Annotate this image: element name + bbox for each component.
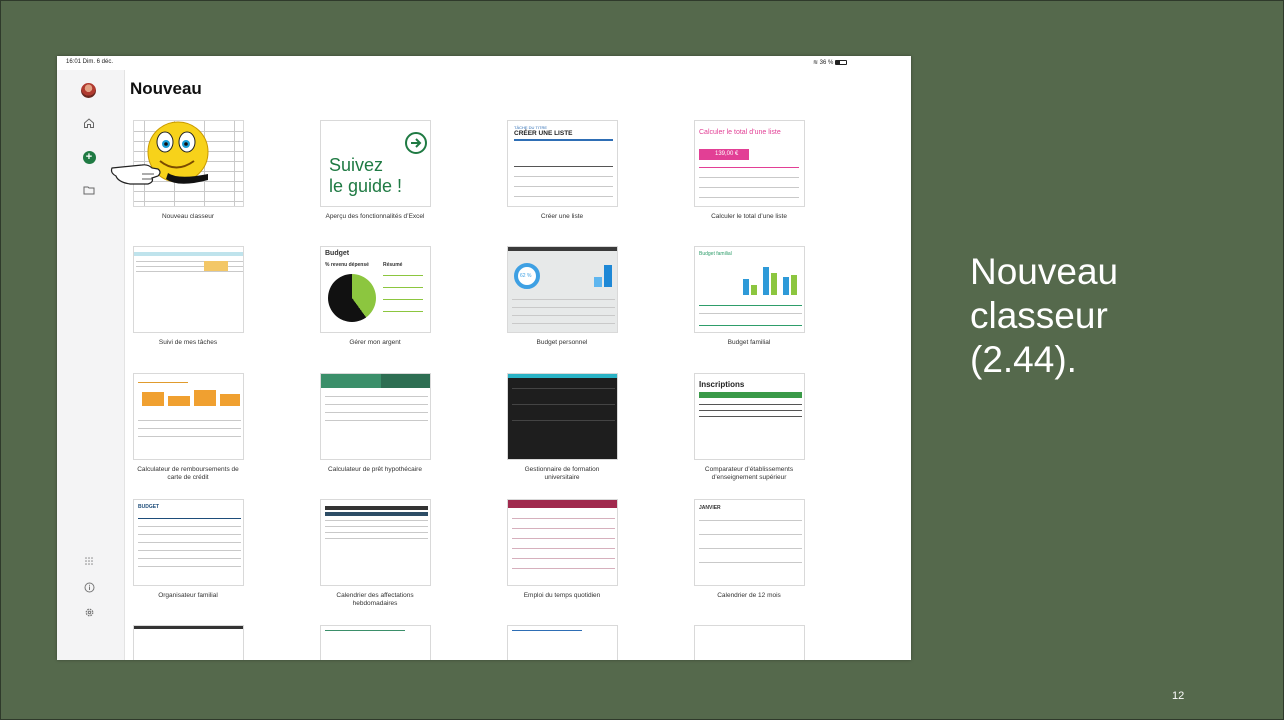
template-thumbnail: JANVIER bbox=[694, 499, 805, 586]
template-thumbnail bbox=[694, 625, 805, 660]
home-icon[interactable] bbox=[82, 116, 96, 130]
template-thumbnail bbox=[507, 373, 618, 460]
template-thumbnail bbox=[507, 499, 618, 586]
template-thumbnail: Inscriptions bbox=[694, 373, 805, 460]
wifi-icon: ≋ bbox=[812, 60, 818, 66]
template-thumbnail bbox=[320, 625, 431, 660]
status-bar: 16:01 Dim. 6 déc. ≋ 36 % bbox=[57, 56, 911, 70]
template-thumbnail bbox=[133, 246, 244, 333]
battery-icon bbox=[835, 59, 847, 65]
template-label: Calendrier de 12 mois bbox=[717, 592, 781, 599]
template-label: Suivi de mes tâches bbox=[158, 339, 218, 346]
template-label: Budget personnel bbox=[536, 339, 588, 346]
template-label: Calculateur de prêt hypothécaire bbox=[328, 466, 422, 473]
template-thumbnail: Budget % revenu dépensé Résumé bbox=[320, 246, 431, 333]
template-label: Calendrier des affectations hebdomadaire… bbox=[336, 592, 414, 607]
page-number: 12 bbox=[1172, 690, 1185, 702]
template-thumbnail: 62 % bbox=[507, 246, 618, 333]
template-thumbnail: Budget familial bbox=[694, 246, 805, 333]
template-thumbnail: Suivez le guide ! bbox=[320, 120, 431, 207]
pie-icon bbox=[328, 274, 376, 322]
template-thumbnail: BUDGET bbox=[133, 499, 244, 586]
new-icon[interactable]: + bbox=[82, 150, 96, 164]
template-label: Organisateur familial bbox=[158, 592, 218, 599]
template-label: Budget familial bbox=[727, 339, 771, 346]
apps-icon[interactable] bbox=[82, 554, 96, 568]
template-label: Calculateur de remboursements de carte d… bbox=[137, 466, 239, 481]
template-thumbnail: Calculer le total d’une liste 139,00 € bbox=[694, 120, 805, 207]
template-label: Gérer mon argent bbox=[349, 339, 401, 346]
template-label: Calculer le total d’une liste bbox=[711, 213, 787, 220]
settings-icon[interactable] bbox=[82, 605, 96, 619]
avatar[interactable] bbox=[81, 83, 96, 98]
status-time: 16:01 Dim. 6 déc. bbox=[66, 59, 114, 65]
status-system: ≋ 36 % bbox=[813, 59, 847, 66]
template-thumbnail bbox=[320, 499, 431, 586]
template-label: Aperçu des fonctionnalités d’Excel bbox=[325, 213, 425, 220]
folder-icon[interactable] bbox=[82, 183, 96, 197]
template-thumbnail bbox=[133, 625, 244, 660]
template-thumbnail bbox=[133, 373, 244, 460]
slide-caption: Nouveau classeur (2.44). bbox=[970, 251, 1119, 380]
template-thumbnail bbox=[507, 625, 618, 660]
template-label: Emploi du temps quotidien bbox=[523, 592, 601, 599]
template-label: Comparateur d’établissements d’enseignem… bbox=[704, 466, 794, 481]
smiley-pointer-icon bbox=[110, 121, 209, 185]
page-title: Nouveau bbox=[130, 79, 202, 98]
template-label: Nouveau classeur bbox=[161, 213, 215, 220]
template-thumbnail bbox=[320, 373, 431, 460]
template-thumbnail: TÂCHE DU TITRE CRÉER UNE LISTE bbox=[507, 120, 618, 207]
arrow-circle-icon bbox=[405, 132, 427, 154]
template-label: Gestionnaire de formation universitaire bbox=[524, 466, 600, 481]
battery-percent: 36 % bbox=[819, 60, 834, 66]
template-label: Créer une liste bbox=[540, 213, 584, 220]
